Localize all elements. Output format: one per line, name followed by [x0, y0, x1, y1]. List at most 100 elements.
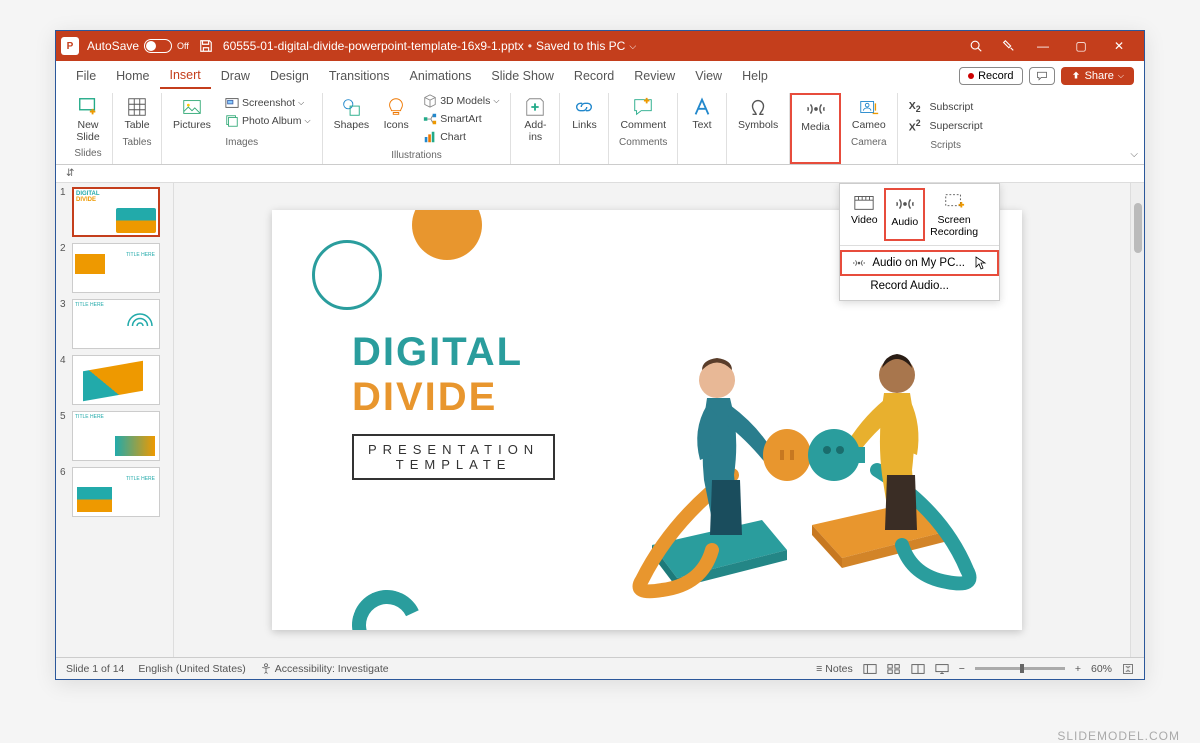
statusbar: Slide 1 of 14 English (United States) Ac… — [56, 657, 1144, 679]
addins-icon — [524, 96, 546, 118]
filename[interactable]: 60555-01-digital-divide-powerpoint-templ… — [223, 39, 636, 53]
autosave[interactable]: AutoSave Off — [87, 39, 189, 53]
group-links: Links — [560, 93, 609, 164]
tab-insert[interactable]: Insert — [160, 63, 211, 89]
record-button[interactable]: Record — [959, 67, 1022, 85]
tab-transitions[interactable]: Transitions — [319, 64, 400, 88]
share-button[interactable]: Share⌵ — [1061, 67, 1134, 85]
shapes-button[interactable]: Shapes — [329, 93, 375, 135]
tab-design[interactable]: Design — [260, 64, 319, 88]
pictures-icon — [181, 96, 203, 118]
content-area: 1DIGITALDIVIDE 2TITLE HERE 3TITLE HERE 4… — [56, 183, 1144, 657]
media-popup: Video Audio Screen Recording Audio on My… — [839, 183, 1000, 301]
thumb-5[interactable]: TITLE HERE — [72, 411, 160, 461]
cameo-button[interactable]: Cameo — [847, 93, 891, 135]
chart-button[interactable]: Chart — [423, 129, 466, 145]
ribbon-collapse[interactable]: ⌵ — [1130, 149, 1138, 160]
thumb-4[interactable] — [72, 355, 160, 405]
slide-counter[interactable]: Slide 1 of 14 — [66, 663, 124, 675]
notes-toggle[interactable]: ≡Notes — [816, 663, 853, 675]
vertical-scrollbar[interactable] — [1130, 183, 1144, 657]
search-icon[interactable] — [969, 39, 983, 53]
thumb-3[interactable]: TITLE HERE — [72, 299, 160, 349]
comment-button[interactable]: Comment — [615, 93, 671, 135]
subscript-button[interactable]: X2 Subscript — [909, 99, 974, 115]
media-button[interactable]: Media — [796, 95, 835, 137]
canvas-area[interactable]: DIGITAL DIVIDE PRESENTATION TEMPLATE — [174, 183, 1130, 657]
ribbon: New Slide Slides Table Tables Pictures — [56, 91, 1144, 165]
tab-view[interactable]: View — [685, 64, 732, 88]
autosave-toggle[interactable] — [144, 39, 172, 53]
comments-toggle[interactable] — [1029, 67, 1055, 85]
record-audio-item[interactable]: Record Audio... — [840, 276, 999, 296]
group-tables: Table Tables — [113, 93, 162, 164]
thumb-6[interactable]: TITLE HERE — [72, 467, 160, 517]
tab-animations[interactable]: Animations — [400, 64, 482, 88]
symbols-button[interactable]: Symbols — [733, 93, 783, 135]
group-illustrations: Shapes Icons 3D Models ⌵ SmartArt Chart … — [323, 93, 512, 164]
minimize-button[interactable]: — — [1033, 39, 1053, 53]
icons-button[interactable]: Icons — [378, 93, 414, 135]
audio-button[interactable]: Audio — [884, 188, 925, 241]
thumbnail-panel[interactable]: 1DIGITALDIVIDE 2TITLE HERE 3TITLE HERE 4… — [56, 183, 174, 657]
plugins-icon[interactable] — [1001, 39, 1015, 53]
titlebar: P AutoSave Off 60555-01-digital-divide-p… — [56, 31, 1144, 61]
video-button[interactable]: Video — [844, 188, 884, 241]
zoom-in[interactable]: + — [1075, 663, 1081, 675]
zoom-slider[interactable] — [975, 667, 1065, 670]
slide-sub-2: TEMPLATE — [368, 457, 539, 472]
thumb-1[interactable]: DIGITALDIVIDE — [72, 187, 160, 237]
tab-home[interactable]: Home — [106, 64, 159, 88]
table-button[interactable]: Table — [119, 93, 155, 135]
links-button[interactable]: Links — [566, 93, 602, 135]
app-window: P AutoSave Off 60555-01-digital-divide-p… — [55, 30, 1145, 680]
addins-button[interactable]: Add- ins — [517, 93, 553, 146]
tab-draw[interactable]: Draw — [211, 64, 260, 88]
tab-slideshow[interactable]: Slide Show — [481, 64, 564, 88]
smartart-button[interactable]: SmartArt — [423, 111, 481, 127]
zoom-out[interactable]: − — [959, 663, 965, 675]
photo-album-button[interactable]: Photo Album ⌵ — [225, 113, 311, 129]
qat-row: ⇵ — [56, 165, 1144, 183]
view-reading[interactable] — [911, 663, 925, 675]
cursor-icon — [975, 256, 987, 270]
save-icon[interactable] — [199, 39, 213, 53]
tab-help[interactable]: Help — [732, 64, 778, 88]
group-images: Pictures Screenshot ⌵ Photo Album ⌵ Imag… — [162, 93, 323, 164]
deco-ring-teal — [312, 240, 382, 310]
comment-icon — [632, 96, 654, 118]
maximize-button[interactable]: ▢ — [1071, 39, 1091, 53]
symbols-icon — [747, 96, 769, 118]
group-slides: New Slide Slides — [64, 93, 113, 164]
tab-review[interactable]: Review — [624, 64, 685, 88]
shapes-icon — [340, 96, 362, 118]
superscript-button[interactable]: X2 Superscript — [909, 117, 983, 135]
slide-title-2: DIVIDE — [352, 375, 555, 420]
screenshot-button[interactable]: Screenshot ⌵ — [225, 95, 304, 111]
table-icon — [126, 96, 148, 118]
3d-models-button[interactable]: 3D Models ⌵ — [423, 93, 499, 109]
view-normal[interactable] — [863, 663, 877, 675]
screen-recording-button[interactable]: Screen Recording — [925, 188, 983, 241]
close-button[interactable]: ✕ — [1109, 39, 1129, 53]
view-sorter[interactable] — [887, 663, 901, 675]
qat-customize[interactable]: ⇵ — [66, 168, 74, 179]
group-text: Text — [678, 93, 727, 164]
audio-icon — [894, 193, 916, 215]
tab-file[interactable]: File — [66, 64, 106, 88]
pictures-button[interactable]: Pictures — [168, 93, 216, 135]
new-slide-button[interactable]: New Slide — [70, 93, 106, 146]
audio-on-pc-item[interactable]: Audio on My PC... — [840, 250, 999, 276]
tab-record[interactable]: Record — [564, 64, 624, 88]
accessibility[interactable]: Accessibility: Investigate — [260, 663, 389, 675]
screen-rec-icon — [943, 191, 965, 213]
fit-window[interactable] — [1122, 663, 1134, 675]
text-button[interactable]: Text — [684, 93, 720, 135]
new-slide-icon — [77, 96, 99, 118]
view-slideshow[interactable] — [935, 663, 949, 675]
text-icon — [691, 96, 713, 118]
thumb-2[interactable]: TITLE HERE — [72, 243, 160, 293]
zoom-level[interactable]: 60% — [1091, 663, 1112, 675]
language[interactable]: English (United States) — [138, 663, 245, 675]
autosave-state: Off — [177, 41, 189, 51]
